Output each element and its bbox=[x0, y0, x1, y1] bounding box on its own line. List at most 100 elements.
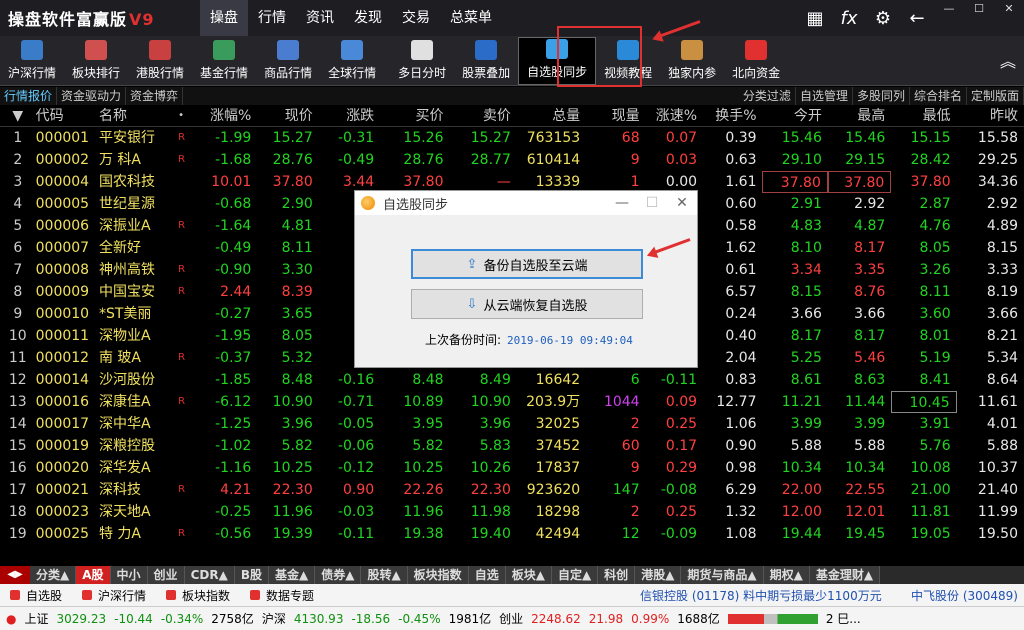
collapse-icon[interactable]: ︽ bbox=[1000, 48, 1016, 72]
bottom-tab[interactable]: 板块指数 bbox=[407, 566, 469, 584]
filter-button[interactable]: 分类过滤 bbox=[739, 87, 796, 105]
col-name[interactable]: 名称 bbox=[99, 105, 178, 127]
cell-low: 2.87 bbox=[919, 196, 951, 212]
col-price[interactable]: 现价 bbox=[257, 105, 318, 127]
backup-button[interactable]: ⇪ 备份自选股至云端 bbox=[411, 249, 643, 279]
bottom-tab[interactable]: B股 bbox=[234, 566, 269, 584]
bottom-tab[interactable]: 基金理财▲ bbox=[809, 566, 881, 584]
toolbar-commodity-market-button[interactable]: 商品行情 bbox=[256, 37, 320, 85]
tab-capital-game[interactable]: 资金博弈 bbox=[126, 87, 184, 105]
col-prev-close[interactable]: 昨收 bbox=[957, 105, 1024, 127]
bottom-tab[interactable]: 股转▲ bbox=[361, 566, 408, 584]
link-watchlist[interactable]: 自选股 bbox=[0, 587, 72, 604]
bottom-tab[interactable]: 自定▲ bbox=[551, 566, 599, 584]
toolbar-global-market-button[interactable]: 全球行情 bbox=[320, 37, 384, 85]
bottom-tab[interactable]: 创业 bbox=[147, 566, 185, 584]
bottom-tab[interactable]: 债券▲ bbox=[315, 566, 362, 584]
table-row[interactable]: 15 000019 深粮控股 -1.02 5.82 -0.06 5.82 5.83 37452 6… bbox=[0, 435, 1024, 457]
maximize-icon[interactable]: ☐ bbox=[964, 0, 994, 18]
col-ask[interactable]: 卖价 bbox=[450, 105, 517, 127]
stock-alert[interactable]: 中飞股份 (300489) bbox=[911, 587, 1018, 604]
table-row[interactable]: 12 000014 沙河股份 -1.85 8.48 -0.16 8.48 8.49 16642 6… bbox=[0, 369, 1024, 391]
bottom-tab[interactable]: 期权▲ bbox=[763, 566, 810, 584]
menu-hangqing[interactable]: 行情 bbox=[248, 0, 296, 36]
restore-button[interactable]: ⇩ 从云端恢复自选股 bbox=[411, 289, 643, 319]
highlight-box bbox=[557, 26, 642, 87]
stock-name: 深中华A bbox=[98, 416, 151, 432]
table-row[interactable]: 1 000001 平安银行 R -1.99 15.27 -0.31 15.26 15.27 763… bbox=[0, 127, 1024, 149]
custom-layout-button[interactable]: 定制版面 bbox=[967, 87, 1024, 105]
sort-arrow-icon[interactable]: ▼ bbox=[0, 105, 36, 127]
bottom-tab[interactable]: 板块▲ bbox=[505, 566, 552, 584]
toolbar-exclusive-ref-button[interactable]: 独家内参 bbox=[660, 37, 724, 85]
toolbar-multi-day-button[interactable]: 多日分时 bbox=[390, 37, 454, 85]
table-row[interactable]: 16 000020 深华发A -1.16 10.25 -0.12 10.25 10.26 178… bbox=[0, 457, 1024, 479]
dialog-minimize-icon[interactable]: — bbox=[607, 191, 637, 215]
watchlist-manage-button[interactable]: 自选管理 bbox=[796, 87, 853, 105]
table-row[interactable]: 17 000021 深科技 R 4.21 22.30 0.90 22.26 22.30 92362… bbox=[0, 479, 1024, 501]
grid-icon[interactable]: ▦ bbox=[798, 8, 832, 29]
cell-cur: 2 bbox=[630, 416, 640, 432]
col-low[interactable]: 最低 bbox=[891, 105, 956, 127]
col-bid[interactable]: 买价 bbox=[380, 105, 449, 127]
table-row[interactable]: 19 000025 特 力A R -0.56 19.39 -0.11 19.38 19.40 42… bbox=[0, 523, 1024, 545]
col-speed[interactable]: 涨速% bbox=[646, 105, 703, 127]
cell-spd: 0.03 bbox=[665, 152, 698, 168]
menu-caopan[interactable]: 操盘 bbox=[200, 0, 248, 36]
cell-vol: 42494 bbox=[535, 526, 581, 542]
bottom-tab[interactable]: 中小 bbox=[110, 566, 148, 584]
bottom-tab[interactable]: 分类▲ bbox=[30, 566, 77, 584]
link-market[interactable]: 沪深行情 bbox=[72, 587, 156, 604]
col-change-pct[interactable]: 涨幅% bbox=[198, 105, 257, 127]
table-row[interactable]: 2 000002 万 科A R -1.68 28.76 -0.49 28.76 28.77 610… bbox=[0, 149, 1024, 171]
dialog-close-icon[interactable]: ✕ bbox=[667, 191, 697, 215]
toolbar-northbound-button[interactable]: 北向资金 bbox=[724, 37, 788, 85]
toolbar-stock-overlay-button[interactable]: 股票叠加 bbox=[454, 37, 518, 85]
col-turnover[interactable]: 换手% bbox=[703, 105, 762, 127]
toolbar-sector-rank-button[interactable]: 板块排行 bbox=[64, 37, 128, 85]
minimize-icon[interactable]: — bbox=[934, 0, 964, 18]
menu-zongcaidan[interactable]: 总菜单 bbox=[440, 0, 502, 36]
menu-jiaoyi[interactable]: 交易 bbox=[392, 0, 440, 36]
cell-prev: 11.99 bbox=[977, 504, 1018, 520]
back-arrow-icon[interactable]: ← bbox=[900, 8, 934, 29]
cell-open: 3.66 bbox=[790, 306, 822, 322]
close-icon[interactable]: ✕ bbox=[994, 0, 1024, 18]
toolbar-fund-market-button[interactable]: 基金行情 bbox=[192, 37, 256, 85]
link-sector[interactable]: 板块指数 bbox=[156, 587, 240, 604]
tab-capital-drive[interactable]: 资金驱动力 bbox=[57, 87, 127, 105]
fx-icon[interactable]: fx bbox=[832, 8, 866, 29]
row-index: 6 bbox=[13, 240, 23, 256]
news-ticker[interactable]: 信银控股 (01178) 料中期亏损最少1100万元 bbox=[640, 587, 882, 604]
tab-quote[interactable]: 行情报价 bbox=[0, 87, 58, 105]
bottom-tab[interactable]: 期货与商品▲ bbox=[681, 566, 764, 584]
col-code[interactable]: 代码 bbox=[36, 105, 99, 127]
cell-turn: 1.06 bbox=[725, 416, 757, 432]
cell-high: 5.88 bbox=[854, 438, 886, 454]
menu-zixun[interactable]: 资讯 bbox=[296, 0, 344, 36]
multi-stock-button[interactable]: 多股同列 bbox=[853, 87, 910, 105]
toolbar-hs-market-button[interactable]: 沪深行情 bbox=[0, 37, 64, 85]
bottom-tab[interactable]: 港股▲ bbox=[635, 566, 682, 584]
bottom-tab[interactable]: 科创 bbox=[598, 566, 636, 584]
gear-icon[interactable]: ⚙ bbox=[866, 8, 900, 29]
col-volume[interactable]: 总量 bbox=[517, 105, 586, 127]
col-current-vol[interactable]: 现量 bbox=[586, 105, 645, 127]
bottom-tab[interactable]: 自选 bbox=[468, 566, 506, 584]
bottom-tab[interactable]: 基金▲ bbox=[268, 566, 316, 584]
col-diff[interactable]: 涨跌 bbox=[319, 105, 380, 127]
toolbar-hk-market-button[interactable]: 港股行情 bbox=[128, 37, 192, 85]
link-data[interactable]: 数据专题 bbox=[240, 587, 324, 604]
table-row[interactable]: 13 000016 深康佳A R -6.12 10.90 -0.71 10.89 10.90 20… bbox=[0, 391, 1024, 413]
tab-nav-arrows-icon[interactable]: ◀▶ bbox=[0, 566, 30, 584]
ranking-button[interactable]: 综合排名 bbox=[910, 87, 967, 105]
cell-prev: 21.40 bbox=[977, 482, 1018, 498]
bottom-tab[interactable]: A股 bbox=[76, 566, 111, 584]
dialog-maximize-icon[interactable]: ☐ bbox=[637, 191, 667, 215]
col-open[interactable]: 今开 bbox=[763, 105, 828, 127]
bottom-tab[interactable]: CDR▲ bbox=[184, 566, 235, 584]
table-row[interactable]: 18 000023 深天地A -0.25 11.96 -0.03 11.96 11.98 182… bbox=[0, 501, 1024, 523]
table-row[interactable]: 14 000017 深中华A -1.25 3.96 -0.05 3.95 3.96 32025 2… bbox=[0, 413, 1024, 435]
col-high[interactable]: 最高 bbox=[828, 105, 891, 127]
menu-faxian[interactable]: 发现 bbox=[344, 0, 392, 36]
